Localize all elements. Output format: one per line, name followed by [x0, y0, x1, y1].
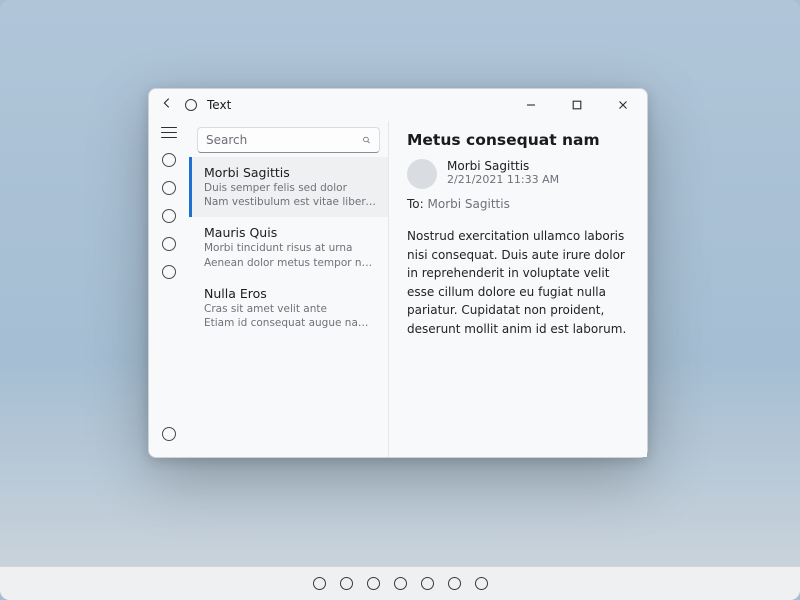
taskbar — [0, 566, 800, 600]
taskbar-item[interactable] — [421, 577, 434, 590]
titlebar: Text — [149, 89, 647, 121]
desktop: Text — [0, 0, 800, 600]
nav-item[interactable] — [162, 265, 176, 279]
avatar — [407, 159, 437, 189]
sender-name: Morbi Sagittis — [447, 159, 559, 173]
app-window: Text — [148, 88, 648, 458]
search-icon[interactable] — [362, 134, 371, 146]
message-body: Nostrud exercitation ullamco laboris nis… — [407, 227, 629, 339]
to-value: Morbi Sagittis — [428, 197, 510, 211]
hamburger-button[interactable] — [161, 127, 177, 139]
nav-item[interactable] — [162, 181, 176, 195]
to-label: To: — [407, 197, 424, 211]
app-icon — [185, 99, 197, 111]
list-item[interactable]: Nulla Eros Cras sit amet velit ante Etia… — [189, 278, 388, 338]
taskbar-item[interactable] — [340, 577, 353, 590]
taskbar-item[interactable] — [475, 577, 488, 590]
sender-time: 2/21/2021 11:33 AM — [447, 173, 559, 186]
message-subject: Metus consequat nam — [407, 131, 629, 149]
list-item-line: Duis semper felis sed dolor — [204, 181, 378, 195]
nav-rail — [149, 121, 189, 457]
list-pane: Morbi Sagittis Duis semper felis sed dol… — [189, 121, 389, 457]
list-item-title: Morbi Sagittis — [204, 165, 378, 180]
window-title: Text — [207, 98, 231, 112]
taskbar-item[interactable] — [394, 577, 407, 590]
nav-item[interactable] — [162, 209, 176, 223]
search-box[interactable] — [197, 127, 380, 153]
list-item-title: Nulla Eros — [204, 286, 378, 301]
to-row: To: Morbi Sagittis — [407, 197, 629, 211]
search-input[interactable] — [206, 133, 356, 147]
nav-item[interactable] — [162, 237, 176, 251]
list-item[interactable]: Morbi Sagittis Duis semper felis sed dol… — [189, 157, 388, 217]
list-item-line: Nam vestibulum est vitae libero finibus … — [204, 195, 378, 209]
list-item-line: Morbi tincidunt risus at urna — [204, 241, 378, 255]
taskbar-item[interactable] — [367, 577, 380, 590]
list-item[interactable]: Mauris Quis Morbi tincidunt risus at urn… — [189, 217, 388, 277]
back-button[interactable] — [159, 96, 175, 114]
taskbar-item[interactable] — [448, 577, 461, 590]
list-item-title: Mauris Quis — [204, 225, 378, 240]
nav-item-bottom[interactable] — [162, 427, 176, 441]
close-button[interactable] — [605, 91, 641, 119]
list-item-line: Cras sit amet velit ante — [204, 302, 378, 316]
maximize-button[interactable] — [559, 91, 595, 119]
minimize-button[interactable] — [513, 91, 549, 119]
list-item-line: Etiam id consequat augue nam tincidunt — [204, 316, 378, 330]
taskbar-item[interactable] — [313, 577, 326, 590]
detail-pane: Metus consequat nam Morbi Sagittis 2/21/… — [389, 121, 647, 457]
list-item-line: Aenean dolor metus tempor nulla ac dapib… — [204, 256, 378, 270]
nav-item[interactable] — [162, 153, 176, 167]
